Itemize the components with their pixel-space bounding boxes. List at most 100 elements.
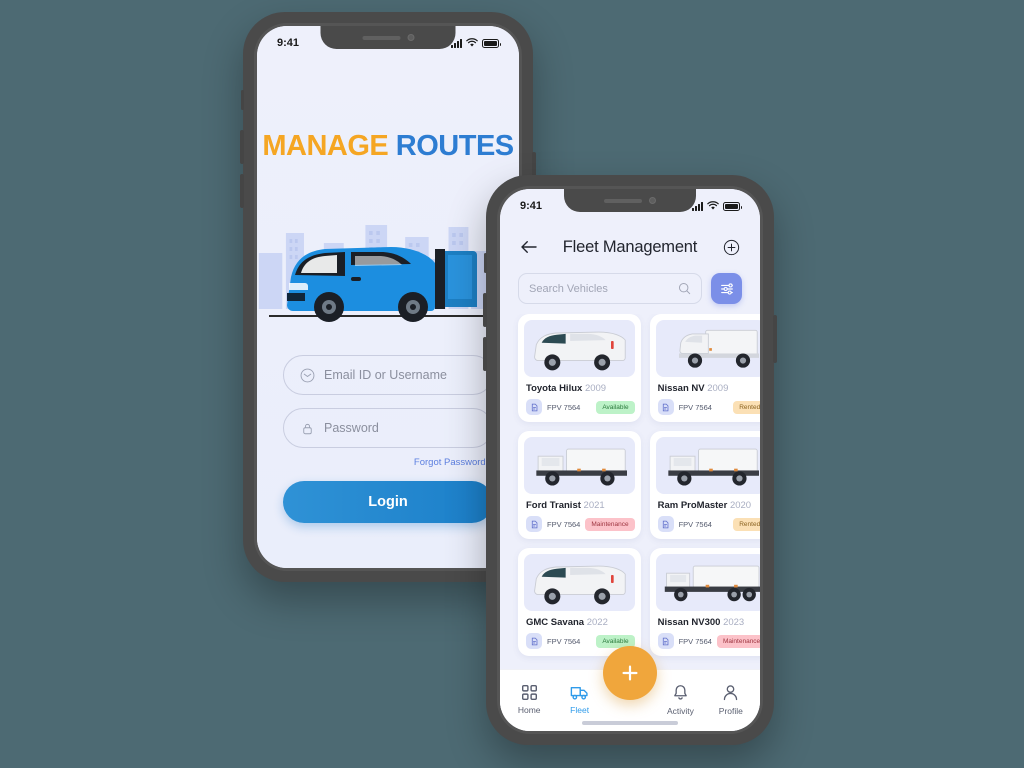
vehicle-title: Nissan NV300 2023 bbox=[658, 617, 760, 628]
phone2-bezel: 9:41 Fleet Management Search Vehicles To… bbox=[497, 186, 763, 734]
grid-icon bbox=[521, 684, 537, 701]
vehicle-card[interactable]: Ford Tranist 2021 FPV 7564 Maintenance bbox=[518, 431, 641, 539]
status-indicators bbox=[692, 201, 742, 211]
envelope-icon bbox=[300, 368, 315, 382]
search-placeholder: Search Vehicles bbox=[529, 282, 608, 295]
plus-circle-icon bbox=[723, 239, 739, 255]
filter-button[interactable] bbox=[711, 273, 742, 304]
fleet-phone-mockup: 9:41 Fleet Management Search Vehicles To… bbox=[483, 175, 777, 745]
vehicle-name: Nissan NV bbox=[657, 383, 705, 394]
truck-icon bbox=[570, 686, 588, 700]
phone1-bezel: 9:41 MANAGE ROUTES Email ID or Username … bbox=[254, 23, 522, 571]
vehicle-plate: FPV 7564 bbox=[547, 519, 581, 529]
login-button[interactable]: Login bbox=[283, 481, 493, 523]
vehicle-name: Toyota Hilux bbox=[526, 383, 583, 394]
vehicle-plate: FPV 7564 bbox=[678, 402, 712, 412]
bell-icon bbox=[674, 684, 687, 700]
vehicle-meta: FPV 7564 Available bbox=[524, 399, 635, 415]
phone1-volume-up-button[interactable] bbox=[240, 130, 244, 164]
phone1-volume-down-button[interactable] bbox=[240, 174, 244, 208]
app-brand-title: MANAGE ROUTES bbox=[257, 130, 519, 163]
login-form: Email ID or Username Password Forgot Pas… bbox=[257, 337, 519, 523]
status-time: 9:41 bbox=[277, 37, 300, 49]
add-vehicle-button[interactable] bbox=[720, 236, 742, 258]
vehicle-title: GMC Savana 2022 bbox=[526, 617, 635, 628]
forgot-password-link[interactable]: Forgot Password? bbox=[283, 457, 491, 468]
battery-icon bbox=[723, 201, 742, 211]
white-van-icon bbox=[534, 565, 626, 604]
earpiece-speaker bbox=[604, 198, 642, 203]
battery-icon bbox=[482, 38, 501, 48]
vehicle-grid: Toyota Hilux 2009 FPV 7564 Available Nis… bbox=[500, 314, 760, 669]
wifi-icon bbox=[466, 38, 478, 47]
home-indicator[interactable] bbox=[582, 721, 678, 725]
vehicle-meta: FPV 7564 Rented bbox=[656, 399, 760, 415]
vehicle-plate: FPV 7564 bbox=[547, 636, 581, 646]
vehicle-name: Nissan NV300 bbox=[657, 617, 721, 628]
page-title: Fleet Management bbox=[562, 237, 698, 256]
vehicle-year: 2009 bbox=[707, 383, 729, 394]
phone2-volume-down-button[interactable] bbox=[483, 337, 487, 371]
person-icon bbox=[724, 684, 738, 700]
back-button[interactable] bbox=[518, 236, 540, 258]
white-box-truck-icon bbox=[678, 329, 759, 368]
screenshot-canvas: 9:41 MANAGE ROUTES Email ID or Username … bbox=[0, 0, 1024, 768]
tab-label: Fleet bbox=[570, 705, 590, 715]
vehicle-year: 2023 bbox=[723, 617, 745, 628]
vehicle-name: GMC Savana bbox=[526, 617, 585, 628]
arrow-left-icon bbox=[521, 241, 537, 253]
white-long-truck-icon bbox=[664, 565, 760, 601]
add-fab-button[interactable] bbox=[603, 646, 657, 700]
vehicle-year: 2020 bbox=[729, 500, 752, 511]
tab-home[interactable]: Home bbox=[504, 678, 554, 715]
vehicle-year: 2009 bbox=[584, 383, 607, 394]
vehicle-card[interactable]: Nissan NV300 2023 FPV 7564 Maintenance bbox=[649, 548, 760, 656]
tab-fleet[interactable]: Fleet bbox=[554, 678, 604, 715]
vehicle-plate: FPV 7564 bbox=[678, 636, 712, 646]
vehicle-title: Ford Tranist 2021 bbox=[526, 500, 635, 511]
app-header: Fleet Management bbox=[500, 225, 760, 269]
vehicle-image bbox=[655, 320, 760, 377]
login-screen: 9:41 MANAGE ROUTES Email ID or Username … bbox=[257, 26, 519, 568]
front-camera-icon bbox=[649, 197, 656, 204]
phone2-volume-up-button[interactable] bbox=[483, 293, 487, 327]
tab-label: Profile bbox=[718, 705, 743, 716]
vehicle-meta: FPV 7564 Maintenance bbox=[524, 516, 635, 532]
status-badge: Rented bbox=[733, 400, 760, 414]
status-badge: Available bbox=[596, 400, 635, 414]
vehicle-card[interactable]: Ram ProMaster 2020 FPV 7564 Rented bbox=[649, 431, 760, 539]
email-placeholder: Email ID or Username bbox=[324, 368, 447, 382]
vehicle-name: Ram ProMaster bbox=[657, 500, 728, 511]
vehicle-image bbox=[655, 437, 760, 494]
vehicle-plate: FPV 7564 bbox=[678, 519, 712, 529]
login-content: MANAGE ROUTES Email ID or Username Passw… bbox=[257, 26, 519, 568]
vehicle-meta: FPV 7564 Maintenance bbox=[656, 633, 760, 649]
white-van-icon bbox=[534, 331, 626, 370]
vehicle-plate: FPV 7564 bbox=[547, 402, 581, 412]
search-row: Search Vehicles bbox=[500, 269, 760, 314]
vehicle-document-icon bbox=[526, 516, 542, 532]
vehicle-year: 2021 bbox=[583, 500, 605, 511]
phone1-notch bbox=[320, 26, 456, 49]
search-input[interactable]: Search Vehicles bbox=[518, 273, 702, 304]
email-field[interactable]: Email ID or Username bbox=[283, 355, 493, 395]
phone1-silent-switch[interactable] bbox=[241, 90, 244, 110]
tab-profile[interactable]: Profile bbox=[706, 678, 756, 716]
phone2-silent-switch[interactable] bbox=[484, 253, 487, 273]
tab-label: Activity bbox=[666, 705, 694, 716]
earpiece-speaker bbox=[362, 35, 400, 40]
status-badge: Maintenance bbox=[716, 634, 760, 648]
vehicle-document-icon bbox=[657, 399, 674, 415]
vehicle-card[interactable]: GMC Savana 2022 FPV 7564 Available bbox=[518, 548, 641, 656]
vehicle-image bbox=[524, 437, 635, 494]
tab-activity[interactable]: Activity bbox=[655, 678, 705, 716]
password-field[interactable]: Password bbox=[283, 408, 493, 448]
vehicle-document-icon bbox=[657, 633, 674, 649]
phone2-power-button[interactable] bbox=[773, 315, 777, 363]
status-time: 9:41 bbox=[520, 200, 543, 212]
fleet-content: Fleet Management Search Vehicles Toyota … bbox=[500, 189, 760, 731]
vehicle-card[interactable]: Nissan NV 2009 FPV 7564 Rented bbox=[649, 314, 760, 422]
search-icon bbox=[678, 282, 691, 295]
vehicle-card[interactable]: Toyota Hilux 2009 FPV 7564 Available bbox=[518, 314, 641, 422]
front-camera-icon bbox=[407, 34, 414, 41]
